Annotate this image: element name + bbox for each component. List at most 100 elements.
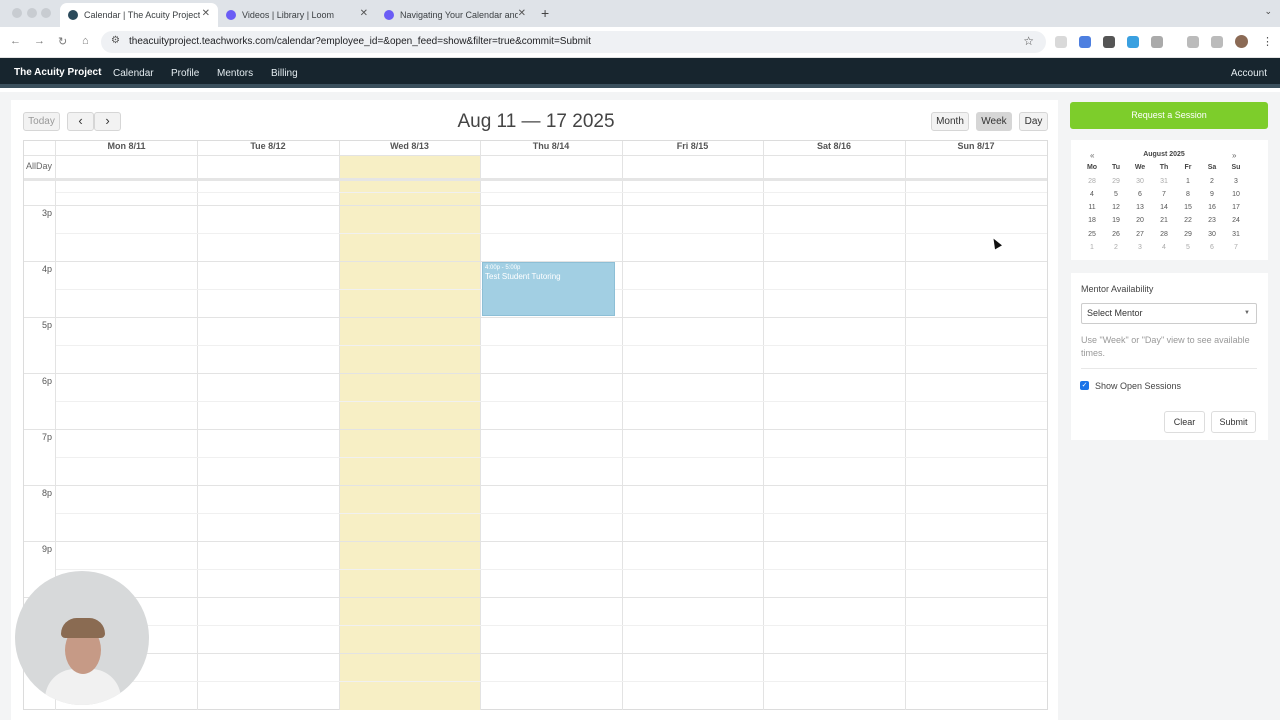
reading-list-icon[interactable] — [1211, 36, 1223, 48]
mini-calendar-day[interactable]: 28 — [1152, 231, 1176, 238]
nav-link-billing[interactable]: Billing — [271, 68, 298, 79]
mini-calendar-day[interactable]: 23 — [1200, 217, 1224, 224]
tab-search-chevron-icon[interactable]: ⌄ — [1264, 6, 1272, 17]
mini-calendar-day[interactable]: 29 — [1104, 178, 1128, 185]
mini-calendar-day[interactable]: 4 — [1080, 191, 1104, 198]
extension-doc-icon[interactable] — [1055, 36, 1067, 48]
next-week-button[interactable]: › — [94, 112, 121, 131]
mini-calendar-day[interactable]: 5 — [1176, 244, 1200, 251]
mini-calendar-day[interactable]: 5 — [1104, 191, 1128, 198]
calendar-event[interactable]: 4:00p - 5:00p Test Student Tutoring — [482, 262, 615, 316]
mini-calendar-day[interactable]: 9 — [1200, 191, 1224, 198]
close-tab-icon[interactable]: ✕ — [360, 8, 368, 19]
nav-link-account[interactable]: Account — [1231, 68, 1267, 79]
extensions-puzzle-icon[interactable] — [1151, 36, 1163, 48]
mini-calendar-day[interactable]: 30 — [1128, 178, 1152, 185]
webcam-hair — [61, 618, 105, 638]
mini-calendar-day[interactable]: 31 — [1224, 231, 1248, 238]
webcam-bubble[interactable] — [15, 571, 149, 705]
back-arrow-icon[interactable]: ← — [10, 35, 21, 47]
mini-calendar-day[interactable]: 12 — [1104, 204, 1128, 211]
browser-menu-icon[interactable]: ⋮ — [1262, 35, 1273, 48]
mini-calendar-day[interactable]: 14 — [1152, 204, 1176, 211]
mini-calendar-day[interactable]: 19 — [1104, 217, 1128, 224]
home-icon[interactable]: ⌂ — [82, 35, 89, 47]
mini-calendar-day[interactable]: 7 — [1224, 244, 1248, 251]
request-session-button[interactable]: Request a Session — [1070, 102, 1268, 129]
address-bar[interactable]: ⚙ theacuityproject.teachworks.com/calend… — [101, 31, 1046, 53]
mini-calendar-next-button[interactable]: » — [1232, 151, 1236, 160]
view-day-button[interactable]: Day — [1019, 112, 1048, 131]
mini-calendar-day[interactable]: 3 — [1224, 178, 1248, 185]
show-open-sessions-label[interactable]: Show Open Sessions — [1095, 381, 1181, 391]
mini-calendar-day[interactable]: 27 — [1128, 231, 1152, 238]
brand-link[interactable]: The Acuity Project — [14, 67, 101, 78]
mini-calendar-day[interactable]: 26 — [1104, 231, 1128, 238]
submit-button[interactable]: Submit — [1211, 411, 1256, 433]
view-month-button[interactable]: Month — [931, 112, 969, 131]
mini-calendar-day[interactable]: 4 — [1152, 244, 1176, 251]
mini-calendar-day[interactable]: 31 — [1152, 178, 1176, 185]
mini-calendar-day[interactable]: 22 — [1176, 217, 1200, 224]
dropdown-arrow-icon: ▼ — [1244, 310, 1250, 316]
clear-button[interactable]: Clear — [1164, 411, 1205, 433]
nav-link-mentors[interactable]: Mentors — [217, 68, 253, 79]
calendar-title: Aug 11 — 17 2025 — [457, 111, 615, 132]
day-header-wed: Wed 8/13 — [390, 141, 429, 151]
mini-calendar-day[interactable]: 7 — [1152, 191, 1176, 198]
close-tab-icon[interactable]: ✕ — [202, 8, 210, 19]
prev-week-button[interactable]: ‹ — [67, 112, 94, 131]
extension-v-icon[interactable] — [1127, 36, 1139, 48]
grid-line — [56, 457, 1047, 458]
mini-calendar-day[interactable]: 17 — [1224, 204, 1248, 211]
today-button[interactable]: Today — [23, 112, 60, 131]
mini-calendar-prev-button[interactable]: « — [1090, 151, 1094, 160]
profile-avatar[interactable] — [1235, 35, 1248, 48]
mini-calendar-day[interactable]: 11 — [1080, 204, 1104, 211]
view-week-button[interactable]: Week — [976, 112, 1012, 131]
mini-calendar-day[interactable]: 21 — [1152, 217, 1176, 224]
site-settings-icon[interactable]: ⚙ — [111, 35, 120, 46]
browser-toolbar: ← → ↻ ⌂ ⚙ theacuityproject.teachworks.co… — [0, 27, 1280, 58]
mini-calendar-day[interactable]: 6 — [1200, 244, 1224, 251]
weekday-label: Mo — [1086, 164, 1098, 171]
new-tab-icon[interactable]: + — [541, 5, 549, 21]
mini-calendar-day[interactable]: 25 — [1080, 231, 1104, 238]
mini-calendar-day[interactable]: 1 — [1080, 244, 1104, 251]
mini-calendar-day[interactable]: 8 — [1176, 191, 1200, 198]
close-tab-icon[interactable]: ✕ — [518, 8, 526, 19]
mini-calendar-day[interactable]: 24 — [1224, 217, 1248, 224]
forward-arrow-icon[interactable]: → — [34, 35, 45, 47]
mini-calendar-day[interactable]: 15 — [1176, 204, 1200, 211]
mini-calendar-day[interactable]: 2 — [1104, 244, 1128, 251]
mini-calendar-day[interactable]: 29 — [1176, 231, 1200, 238]
mini-calendar-day[interactable]: 18 — [1080, 217, 1104, 224]
downloads-icon[interactable] — [1187, 36, 1199, 48]
browser-tab-calendar[interactable]: Calendar | The Acuity Project ✕ — [60, 3, 218, 27]
mini-calendar-day[interactable]: 13 — [1128, 204, 1152, 211]
bookmark-star-icon[interactable]: ☆ — [1023, 34, 1034, 48]
reload-icon[interactable]: ↻ — [58, 35, 67, 48]
nav-link-profile[interactable]: Profile — [171, 68, 199, 79]
extension-camera-icon[interactable] — [1103, 36, 1115, 48]
nav-link-calendar[interactable]: Calendar — [113, 68, 154, 79]
window-minimize-control[interactable] — [27, 8, 37, 18]
mini-calendar-day[interactable]: 20 — [1128, 217, 1152, 224]
mini-calendar-day[interactable]: 16 — [1200, 204, 1224, 211]
mini-calendar-day[interactable]: 30 — [1200, 231, 1224, 238]
show-open-sessions-checkbox[interactable]: ✓ — [1080, 381, 1089, 390]
window-close-control[interactable] — [12, 8, 22, 18]
mini-calendar-day[interactable]: 2 — [1200, 178, 1224, 185]
mini-calendar-day[interactable]: 6 — [1128, 191, 1152, 198]
mini-calendar-day[interactable]: 28 — [1080, 178, 1104, 185]
weekday-label: Th — [1159, 164, 1169, 171]
tab-favicon-icon — [68, 10, 78, 20]
extension-bitwarden-icon[interactable] — [1079, 36, 1091, 48]
browser-tab-loom-library[interactable]: Videos | Library | Loom ✕ — [218, 3, 376, 27]
mini-calendar-day[interactable]: 3 — [1128, 244, 1152, 251]
browser-tab-loom-video[interactable]: Navigating Your Calendar and ✕ — [376, 3, 534, 27]
mini-calendar-day[interactable]: 10 — [1224, 191, 1248, 198]
mentor-select[interactable]: Select Mentor ▼ — [1081, 303, 1257, 324]
window-maximize-control[interactable] — [41, 8, 51, 18]
mini-calendar-day[interactable]: 1 — [1176, 178, 1200, 185]
